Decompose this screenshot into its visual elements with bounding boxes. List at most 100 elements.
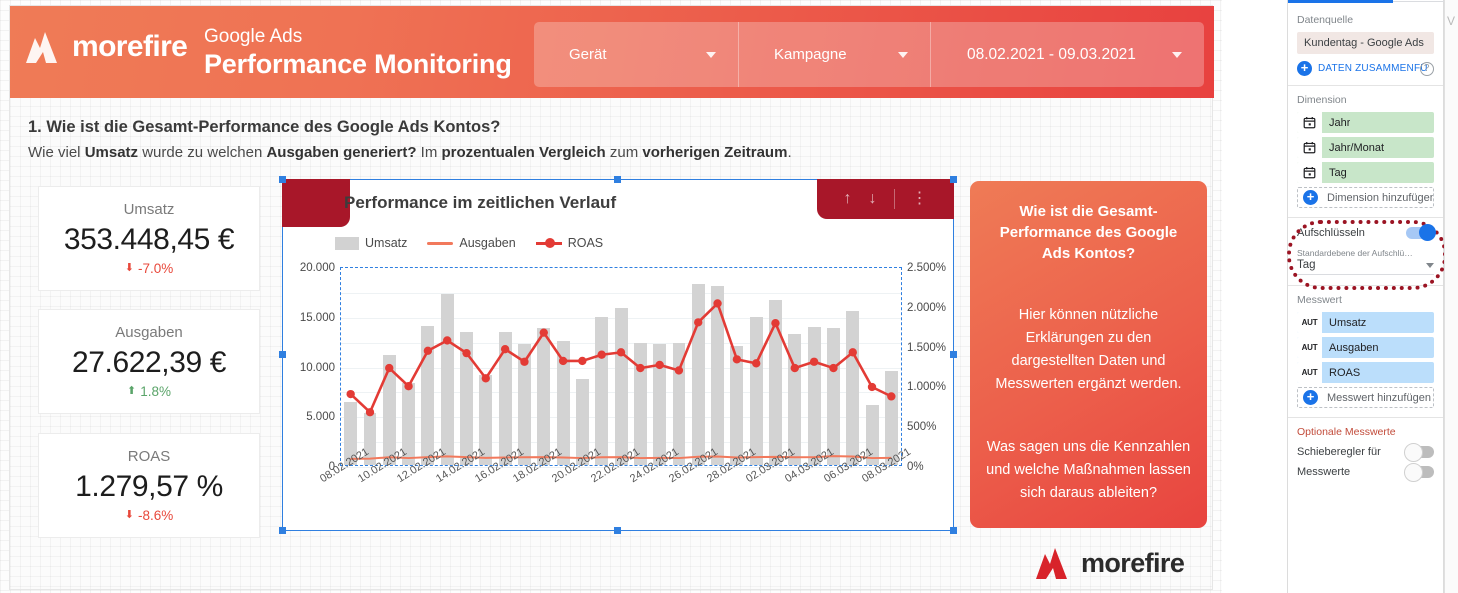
panel-section-title: Datenquelle bbox=[1297, 14, 1354, 26]
scorecard-label: Ausgaben bbox=[115, 323, 183, 341]
legend-swatch-line-icon bbox=[427, 241, 454, 245]
panel-section-dimension: Dimension Jahr Jahr/Monat Tag + Dimensio… bbox=[1288, 86, 1443, 218]
chart-point-roas[interactable] bbox=[867, 382, 877, 392]
slider-toggle[interactable] bbox=[1404, 443, 1434, 462]
chart-point-roas[interactable] bbox=[423, 346, 433, 355]
resize-handle-top-right[interactable] bbox=[950, 176, 957, 183]
dimension-chip-tag[interactable]: Tag bbox=[1297, 162, 1434, 183]
resize-handle-bottom-left[interactable] bbox=[279, 527, 286, 534]
chevron-down-icon bbox=[706, 51, 716, 58]
help-icon[interactable]: ? bbox=[1419, 61, 1434, 76]
section-subtext-p1: Wie viel bbox=[28, 144, 85, 161]
sort-ascending-icon[interactable]: ↑ bbox=[844, 191, 852, 207]
morefire-logo: morefire bbox=[24, 30, 188, 64]
optional-row-slider[interactable]: Schieberegler für bbox=[1297, 443, 1434, 462]
widget-toolbar[interactable]: ↑ ↓ ⋮ bbox=[817, 179, 954, 219]
filter-bar[interactable]: Gerät Kampagne 08.02.2021 - 09.03.2021 bbox=[534, 22, 1204, 87]
legend-swatch-line-marker-icon bbox=[535, 238, 562, 248]
chart-point-roas[interactable] bbox=[848, 348, 857, 357]
legend-item-roas[interactable]: ROAS bbox=[535, 236, 603, 250]
legend-label: Ausgaben bbox=[459, 236, 516, 250]
chart-widget[interactable]: ↑ ↓ ⋮ Performance im zeitlichen Verlauf … bbox=[279, 176, 957, 534]
chart-point-roas[interactable] bbox=[616, 348, 626, 357]
sort-descending-icon[interactable]: ↓ bbox=[869, 191, 877, 207]
measure-chip-roas[interactable]: AUT ROAS bbox=[1297, 362, 1434, 383]
chart-point-roas[interactable] bbox=[385, 363, 394, 373]
breakdown-label: Aufschlüsseln bbox=[1297, 227, 1365, 239]
chart-point-roas[interactable] bbox=[655, 360, 664, 370]
scorecard-umsatz[interactable]: Umsatz 353.448,45 € ⬇ -7.0% bbox=[38, 186, 260, 291]
chart-point-roas[interactable] bbox=[520, 357, 529, 366]
measure-chip-umsatz[interactable]: AUT Umsatz bbox=[1297, 312, 1434, 333]
dimension-chip-jahr-monat[interactable]: Jahr/Monat bbox=[1297, 137, 1434, 158]
measure-chip-ausgaben[interactable]: AUT Ausgaben bbox=[1297, 337, 1434, 358]
widget-tab-left bbox=[282, 179, 350, 227]
report-page[interactable]: morefire Google Ads Performance Monitori… bbox=[9, 5, 1214, 590]
breakdown-toggle[interactable] bbox=[1406, 224, 1436, 241]
resize-handle-bottom-center[interactable] bbox=[614, 527, 621, 534]
chart-point-roas[interactable] bbox=[809, 357, 819, 366]
chart-point-roas[interactable] bbox=[771, 318, 780, 328]
blend-data-label: DATEN ZUSAMMENFÜ bbox=[1318, 63, 1428, 74]
filter-kampagne[interactable]: Kampagne bbox=[738, 22, 930, 87]
chart-point-roas[interactable] bbox=[443, 336, 452, 345]
chart-point-roas[interactable] bbox=[752, 359, 761, 368]
scorecard-ausgaben[interactable]: Ausgaben 27.622,39 € ⬆ 1.8% bbox=[38, 309, 260, 414]
chart-point-roas[interactable] bbox=[481, 374, 490, 383]
dimension-chip-jahr[interactable]: Jahr bbox=[1297, 112, 1434, 133]
explanation-paragraph-1: Hier können nützliche Erklärungen zu den… bbox=[995, 307, 1182, 392]
chart-point-roas[interactable] bbox=[500, 345, 510, 354]
chart-point-roas[interactable] bbox=[790, 363, 799, 373]
resize-handle-middle-left[interactable] bbox=[279, 351, 286, 358]
breakdown-level-value: Tag bbox=[1297, 259, 1316, 271]
chart-point-roas[interactable] bbox=[732, 355, 742, 364]
chart-point-roas[interactable] bbox=[713, 299, 722, 308]
more-options-icon[interactable]: ⋮ bbox=[912, 191, 928, 207]
filter-date-range[interactable]: 08.02.2021 - 09.03.2021 bbox=[930, 22, 1204, 87]
scorecard-roas[interactable]: ROAS 1.279,57 % ⬇ -8.6% bbox=[38, 433, 260, 538]
add-dimension-button[interactable]: + Dimension hinzufügen bbox=[1297, 187, 1434, 208]
page-title: Performance Monitoring bbox=[204, 49, 512, 79]
chart-legend[interactable]: Umsatz Ausgaben ROAS bbox=[335, 236, 603, 250]
chart-point-roas[interactable] bbox=[674, 366, 684, 375]
chart-line-overlay bbox=[346, 299, 896, 460]
chart-plot-area[interactable]: 0 5.000 10.000 15.000 20.000 0% 500% 1.000% 1.5… bbox=[300, 262, 946, 485]
resize-handle-middle-right[interactable] bbox=[950, 351, 957, 358]
scorecard-delta: ⬇ -8.6% bbox=[125, 507, 174, 525]
chart-line-roas bbox=[349, 302, 892, 414]
chart-point-roas[interactable] bbox=[462, 348, 471, 358]
chart-point-roas[interactable] bbox=[404, 382, 413, 391]
legend-item-umsatz[interactable]: Umsatz bbox=[335, 236, 407, 250]
chart-point-roas[interactable] bbox=[558, 356, 568, 366]
report-banner: morefire Google Ads Performance Monitori… bbox=[10, 6, 1214, 98]
resize-handle-bottom-right[interactable] bbox=[950, 527, 957, 534]
report-canvas[interactable]: morefire Google Ads Performance Monitori… bbox=[0, 0, 1222, 593]
measure-label: ROAS bbox=[1329, 366, 1361, 379]
chart-plot-wrapper: 0 5.000 10.000 15.000 20.000 0% 500% 1.000% 1.5… bbox=[291, 262, 951, 528]
chart-point-roas[interactable] bbox=[539, 328, 548, 337]
optional-row-measures[interactable]: Messwerte bbox=[1297, 463, 1434, 482]
chart-point-roas[interactable] bbox=[578, 356, 587, 366]
blend-data-button[interactable]: + DATEN ZUSAMMENFÜ ? bbox=[1297, 61, 1434, 76]
y-axis-left-tick: 10.000 bbox=[299, 361, 335, 374]
chart-point-roas[interactable] bbox=[887, 392, 896, 401]
dimension-label: Jahr bbox=[1329, 116, 1351, 129]
breakdown-level-select[interactable]: Tag bbox=[1297, 258, 1434, 275]
datasource-chip[interactable]: Kundentag - Google Ads bbox=[1297, 32, 1434, 54]
legend-item-ausgaben[interactable]: Ausgaben bbox=[427, 236, 516, 250]
resize-handle-top-left[interactable] bbox=[279, 176, 286, 183]
y-axis-left-tick: 15.000 bbox=[299, 311, 335, 324]
measures-toggle[interactable] bbox=[1404, 463, 1434, 482]
far-right-panel-edge: V bbox=[1444, 0, 1458, 593]
add-measure-button[interactable]: + Messwert hinzufügen bbox=[1297, 387, 1434, 408]
chart-point-roas[interactable] bbox=[636, 363, 645, 373]
resize-handle-top-center[interactable] bbox=[614, 176, 621, 183]
properties-panel[interactable]: Datenquelle Kundentag - Google Ads + DAT… bbox=[1287, 0, 1447, 593]
filter-geraet[interactable]: Gerät bbox=[534, 22, 738, 87]
chart-point-roas[interactable] bbox=[365, 408, 375, 417]
chart-point-roas[interactable] bbox=[829, 363, 838, 373]
chart-point-roas[interactable] bbox=[597, 350, 606, 359]
breakdown-toggle-row[interactable]: Aufschlüsseln bbox=[1297, 224, 1436, 241]
chart-point-roas[interactable] bbox=[346, 389, 355, 399]
chart-point-roas[interactable] bbox=[694, 318, 703, 327]
